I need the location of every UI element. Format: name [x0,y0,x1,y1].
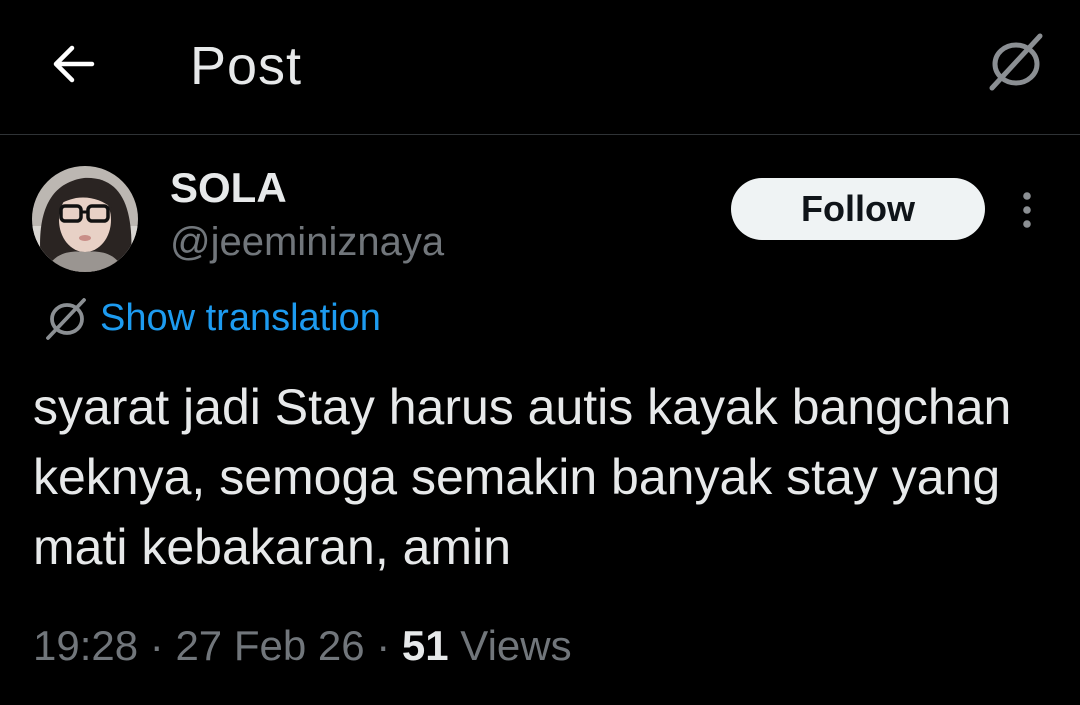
views-count[interactable]: 51 [402,622,449,669]
follow-button[interactable]: Follow [731,178,985,240]
views-label: Views [448,622,572,669]
show-translation-label: Show translation [100,297,381,339]
back-button[interactable] [48,40,100,88]
arrow-left-icon [53,45,95,83]
author-handle[interactable]: @jeeminiznaya [170,218,444,266]
post-meta: 19:28 · 27 Feb 26 · 51 Views [33,620,572,672]
top-bar: Post [0,0,1080,135]
meta-separator: · [364,622,402,669]
page-title: Post [190,36,303,96]
more-vertical-icon [1023,192,1031,228]
post-time[interactable]: 19:28 [33,622,138,669]
meta-separator: · [138,622,176,669]
more-options-button[interactable] [1010,188,1044,232]
post-text: syarat jadi Stay harus autis kayak bangc… [33,379,1012,575]
avatar-photo [32,166,138,272]
translate-button[interactable] [984,30,1048,94]
post-date[interactable]: 27 Feb 26 [175,622,364,669]
author-display-name[interactable]: SOLA [170,164,287,212]
show-translation-link[interactable]: Show translation [42,294,381,342]
avatar[interactable] [32,166,138,272]
translate-icon [989,33,1043,91]
translate-icon [46,298,86,340]
